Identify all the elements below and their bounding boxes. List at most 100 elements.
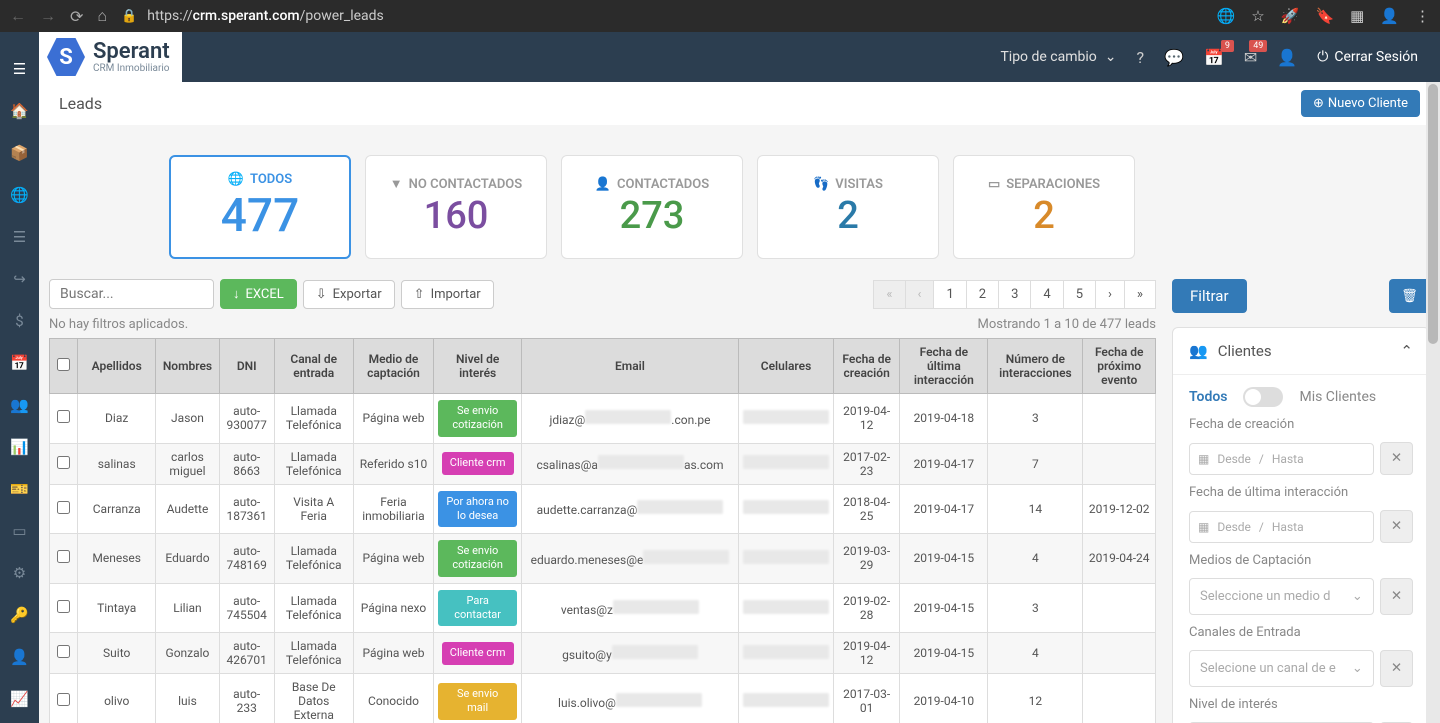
scrollbar-thumb[interactable] <box>1428 84 1438 344</box>
page-2[interactable]: 2 <box>966 280 999 309</box>
clear-fecha-ultima[interactable]: ✕ <box>1380 510 1413 543</box>
table-body: Diaz Jason auto-930077 Llamada Telefónic… <box>50 394 1156 723</box>
col-header[interactable]: Fecha de próximo evento <box>1083 339 1156 394</box>
col-header[interactable]: Medio de captación <box>353 339 434 394</box>
col-header[interactable]: Número de interacciones <box>988 339 1083 394</box>
cell-medio: Página web <box>353 394 434 444</box>
clientes-header[interactable]: 👥 Clientes ⌃ <box>1173 328 1429 375</box>
col-header[interactable]: Fecha de creación <box>834 339 900 394</box>
logo[interactable]: S Sperant CRM Inmobiliario <box>39 32 182 82</box>
scrollbar[interactable] <box>1426 82 1440 723</box>
sidebar-home-icon[interactable]: 🏠 <box>0 90 39 132</box>
col-header[interactable]: Nivel de interés <box>434 339 522 394</box>
kpi-visitas[interactable]: 👣VISITAS2 <box>757 155 939 259</box>
col-header[interactable]: Nombres <box>156 339 219 394</box>
fecha-ultima-range[interactable]: ▦ Desde / Hasta <box>1189 511 1374 543</box>
kpi-contactados[interactable]: 👤CONTACTADOS273 <box>561 155 743 259</box>
clear-fecha-creacion[interactable]: ✕ <box>1380 442 1413 475</box>
redacted <box>637 500 723 514</box>
page-last[interactable]: » <box>1124 280 1156 309</box>
sidebar-users-icon[interactable]: 👥 <box>0 384 39 426</box>
forward-icon[interactable]: → <box>40 6 56 26</box>
sidebar-key-icon[interactable]: 🔑 <box>0 594 39 636</box>
clear-medios[interactable]: ✕ <box>1380 578 1413 615</box>
star-icon[interactable]: ☆ <box>1251 7 1264 25</box>
mis-clientes-option[interactable]: Mis Clientes <box>1299 389 1376 405</box>
sidebar-person-icon[interactable]: 👤 <box>0 636 39 678</box>
cell-nombres: Lilian <box>156 583 219 633</box>
logout-button[interactable]: ⏻ Cerrar Sesión <box>1317 49 1418 65</box>
export-button[interactable]: ⇩Exportar <box>303 280 395 309</box>
mail-icon[interactable]: ✉49 <box>1244 48 1257 67</box>
row-checkbox[interactable] <box>57 600 70 613</box>
select-all-checkbox[interactable] <box>57 358 70 371</box>
fecha-creacion-range[interactable]: ▦ Desde / Hasta <box>1189 443 1374 475</box>
kpi-no-contactados[interactable]: ▼NO CONTACTADOS160 <box>365 155 547 259</box>
sidebar-ticket-icon[interactable]: 🎫 <box>0 468 39 510</box>
clear-filters-button[interactable]: 🗑 <box>1389 279 1430 313</box>
menu-icon[interactable]: ⋮ <box>1415 7 1430 25</box>
sidebar-chart-icon[interactable]: 📊 <box>0 426 39 468</box>
todos-option[interactable]: Todos <box>1189 389 1227 405</box>
sidebar-box-icon[interactable]: 📦 <box>0 132 39 174</box>
sidebar-calendar-icon[interactable]: 📅 <box>0 342 39 384</box>
sidebar-stats-icon[interactable]: 📈 <box>0 678 39 720</box>
tipo-cambio-dropdown[interactable]: Tipo de cambio ⌄ <box>1000 49 1116 65</box>
excel-button[interactable]: ↓EXCEL <box>220 279 297 309</box>
chat-icon[interactable]: 💬 <box>1164 48 1184 67</box>
canales-select[interactable]: Selecione un canal de e⌄ <box>1189 650 1374 687</box>
col-header[interactable]: Fecha de última interacción <box>900 339 988 394</box>
medios-select[interactable]: Seleccione un medio d⌄ <box>1189 578 1374 615</box>
cell-nombres: Eduardo <box>156 534 219 584</box>
cell-email: luis.olivo@ <box>521 674 738 723</box>
page-next[interactable]: › <box>1095 280 1125 309</box>
sidebar-globe-icon[interactable]: 🌐 <box>0 174 39 216</box>
col-header[interactable]: Celulares <box>739 339 834 394</box>
sidebar-page-icon[interactable]: ▭ <box>0 510 39 552</box>
sidebar-list-icon[interactable]: ☰ <box>0 216 39 258</box>
page-5[interactable]: 5 <box>1063 280 1096 309</box>
sidebar-arrow-icon[interactable]: ↪ <box>0 258 39 300</box>
row-checkbox[interactable] <box>57 550 70 563</box>
clear-canales[interactable]: ✕ <box>1380 650 1413 687</box>
bookmark-icon[interactable]: 🔖 <box>1315 7 1334 25</box>
sidebar-dollar-icon[interactable]: $ <box>0 300 39 342</box>
page-prev[interactable]: ‹ <box>905 280 935 309</box>
row-checkbox[interactable] <box>57 693 70 706</box>
translate-icon[interactable]: 🌐 <box>1217 7 1236 25</box>
kpi-todos[interactable]: 🌐TODOS477 <box>169 155 351 259</box>
help-icon[interactable]: ? <box>1137 48 1145 67</box>
row-checkbox[interactable] <box>57 501 70 514</box>
calendar-icon[interactable]: 📅9 <box>1204 48 1224 67</box>
back-icon[interactable]: ← <box>10 6 26 26</box>
sidebar-gear-icon[interactable]: ⚙ <box>0 552 39 594</box>
home-icon[interactable]: ⌂ <box>97 6 107 26</box>
url-bar[interactable]: 🔒 https://crm.sperant.com/power_leads <box>121 8 1203 24</box>
filter-button[interactable]: Filtrar <box>1172 279 1247 313</box>
avatar-icon[interactable]: 👤 <box>1380 7 1399 25</box>
kpi-separaciones[interactable]: ▭SEPARACIONES2 <box>953 155 1135 259</box>
user-icon[interactable]: 👤 <box>1277 48 1297 67</box>
col-header[interactable]: DNI <box>219 339 274 394</box>
rocket-icon[interactable]: 🚀 <box>1281 7 1300 25</box>
col-header[interactable]: Email <box>521 339 738 394</box>
search-input[interactable] <box>49 279 214 309</box>
page-first[interactable]: « <box>873 280 905 309</box>
col-header[interactable] <box>50 339 78 394</box>
import-button[interactable]: ⇧Importar <box>401 280 494 309</box>
col-header[interactable]: Canal de entrada <box>274 339 353 394</box>
sidebar-menu-icon[interactable]: ☰ <box>0 48 39 90</box>
row-checkbox[interactable] <box>57 410 70 423</box>
page-4[interactable]: 4 <box>1030 280 1063 309</box>
page-3[interactable]: 3 <box>998 280 1031 309</box>
apps-icon[interactable]: ▦ <box>1350 7 1364 25</box>
row-checkbox[interactable] <box>57 645 70 658</box>
reload-icon[interactable]: ⟳ <box>70 7 83 26</box>
new-client-button[interactable]: ⊕ Nuevo Cliente <box>1301 90 1420 117</box>
redacted <box>743 500 829 514</box>
page-1[interactable]: 1 <box>933 280 966 309</box>
cell-apellidos: olivo <box>78 674 156 723</box>
row-checkbox[interactable] <box>57 456 70 469</box>
col-header[interactable]: Apellidos <box>78 339 156 394</box>
clients-switch[interactable] <box>1243 387 1283 407</box>
